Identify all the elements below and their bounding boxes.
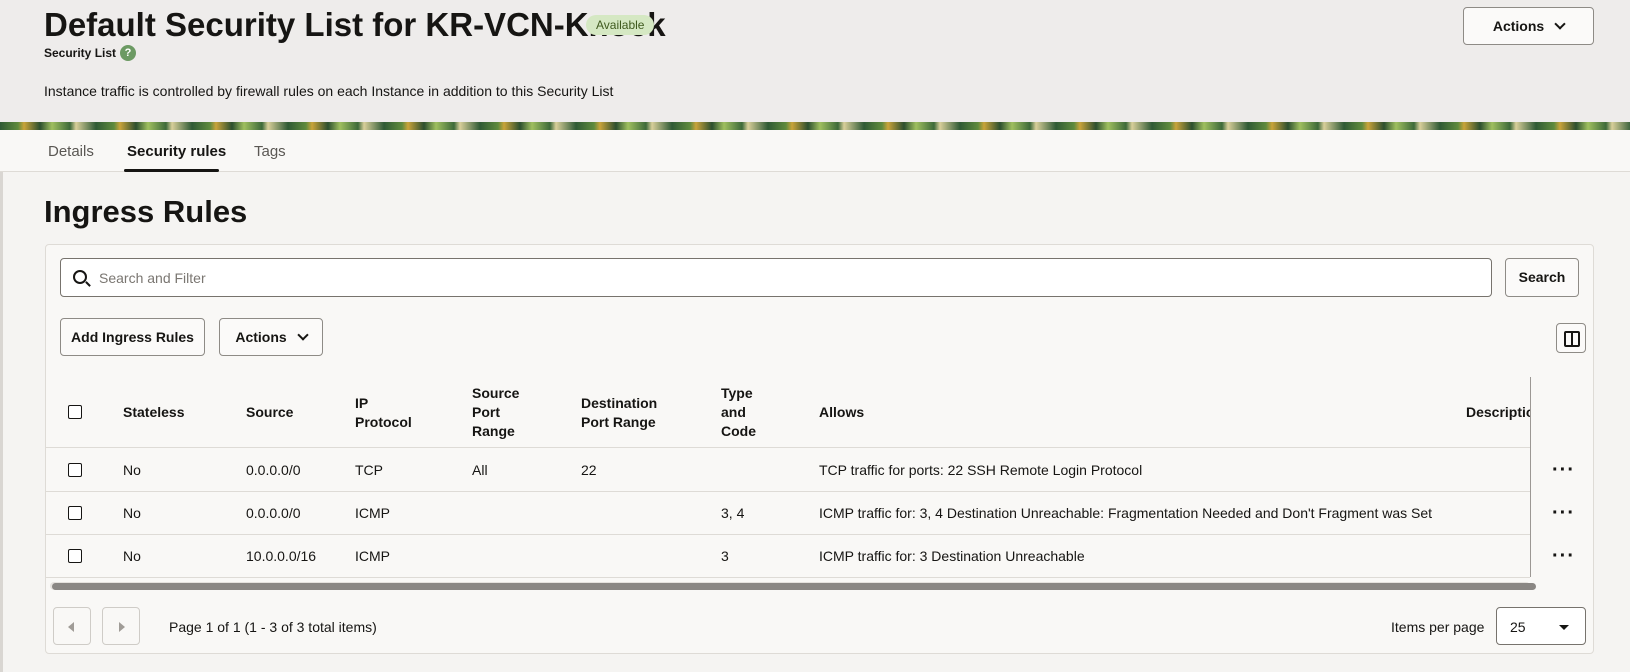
cell-source: 0.0.0.0/0 [246, 462, 301, 478]
table-row: No 0.0.0.0/0 ICMP 3, 4 ICMP traffic for:… [46, 492, 1530, 535]
column-header-ip-protocol[interactable]: IP Protocol [355, 394, 420, 432]
section-title: Ingress Rules [44, 194, 248, 229]
status-badge: Available [586, 15, 655, 35]
column-header-destination-port-range[interactable]: Destination Port Range [581, 394, 671, 432]
row-checkbox[interactable] [68, 506, 82, 520]
table-row: No 10.0.0.0/16 ICMP 3 ICMP traffic for: … [46, 535, 1530, 578]
tab-bar: Details Security rules Tags [0, 130, 1630, 172]
cell-protocol: ICMP [355, 505, 390, 521]
page-title: Default Security List for KR-VCN-Knock [44, 6, 666, 43]
column-header-type-and-code[interactable]: Type and Code [721, 384, 766, 441]
more-actions-icon[interactable]: ··· [1552, 460, 1574, 484]
tab-details[interactable]: Details [48, 142, 94, 162]
cell-allows: TCP traffic for ports: 22 SSH Remote Log… [819, 462, 1143, 478]
header-actions-button[interactable]: Actions [1463, 7, 1594, 45]
header-actions-label: Actions [1492, 18, 1545, 34]
cell-stateless: No [123, 462, 141, 478]
page-header: Default Security List for KR-VCN-Knock A… [0, 0, 1630, 122]
pagination-summary: Page 1 of 1 (1 - 3 of 3 total items) [169, 619, 377, 635]
search-box[interactable] [60, 258, 1492, 297]
search-button[interactable]: Search [1505, 258, 1579, 297]
more-actions-icon[interactable]: ··· [1552, 503, 1574, 527]
cell-stateless: No [123, 548, 141, 564]
search-input[interactable] [99, 259, 1479, 296]
cell-allows: ICMP traffic for: 3, 4 Destination Unrea… [819, 505, 1433, 521]
search-icon [73, 270, 87, 284]
column-header-source-port-range[interactable]: Source Port Range [472, 384, 532, 441]
cell-protocol: ICMP [355, 548, 390, 564]
add-ingress-rules-button[interactable]: Add Ingress Rules [60, 318, 205, 356]
tab-security-rules[interactable]: Security rules [127, 142, 226, 162]
row-checkbox[interactable] [68, 463, 82, 477]
cell-source-port: All [472, 462, 488, 478]
more-actions-icon[interactable]: ··· [1552, 546, 1574, 570]
question-mark-icon[interactable]: ? [120, 45, 136, 61]
cell-source: 10.0.0.0/16 [246, 548, 317, 564]
frozen-column-divider [1530, 377, 1531, 577]
tab-tags[interactable]: Tags [254, 142, 286, 162]
select-all-checkbox[interactable] [68, 405, 82, 419]
table-row: No 0.0.0.0/0 TCP All 22 TCP traffic for … [46, 449, 1530, 492]
cell-allows: ICMP traffic for: 3 Destination Unreacha… [819, 548, 1085, 564]
items-per-page-label: Items per page [1391, 619, 1485, 635]
caret-right-icon [119, 622, 125, 632]
cell-type-code: 3, 4 [721, 505, 745, 521]
table-header: Stateless Source IP Protocol Source Port… [46, 376, 1543, 448]
horizontal-scrollbar-thumb[interactable] [52, 583, 1536, 590]
caret-left-icon [68, 622, 74, 632]
cell-type-code: 3 [721, 548, 729, 564]
next-page-button[interactable] [102, 607, 140, 645]
table-actions-button[interactable]: Actions [219, 318, 323, 356]
cell-destination-port: 22 [581, 462, 597, 478]
items-per-page-value: 25 [1510, 619, 1526, 635]
chevron-down-icon [1554, 18, 1566, 30]
table-actions-label: Actions [235, 329, 287, 345]
cell-source: 0.0.0.0/0 [246, 505, 301, 521]
column-layout-icon[interactable] [1556, 323, 1586, 353]
decorative-banner [0, 122, 1630, 130]
resource-type-label: Security List [44, 46, 117, 60]
active-tab-indicator [124, 169, 219, 172]
cell-stateless: No [123, 505, 141, 521]
previous-page-button[interactable] [53, 607, 91, 645]
column-header-stateless[interactable]: Stateless [123, 403, 184, 422]
caret-down-icon [1559, 625, 1569, 630]
column-header-allows[interactable]: Allows [819, 403, 864, 422]
items-per-page-select[interactable]: 25 [1496, 607, 1586, 645]
info-message: Instance traffic is controlled by firewa… [44, 83, 614, 99]
cell-protocol: TCP [355, 462, 383, 478]
chevron-down-icon [297, 329, 309, 341]
column-header-source[interactable]: Source [246, 403, 293, 422]
row-checkbox[interactable] [68, 549, 82, 563]
